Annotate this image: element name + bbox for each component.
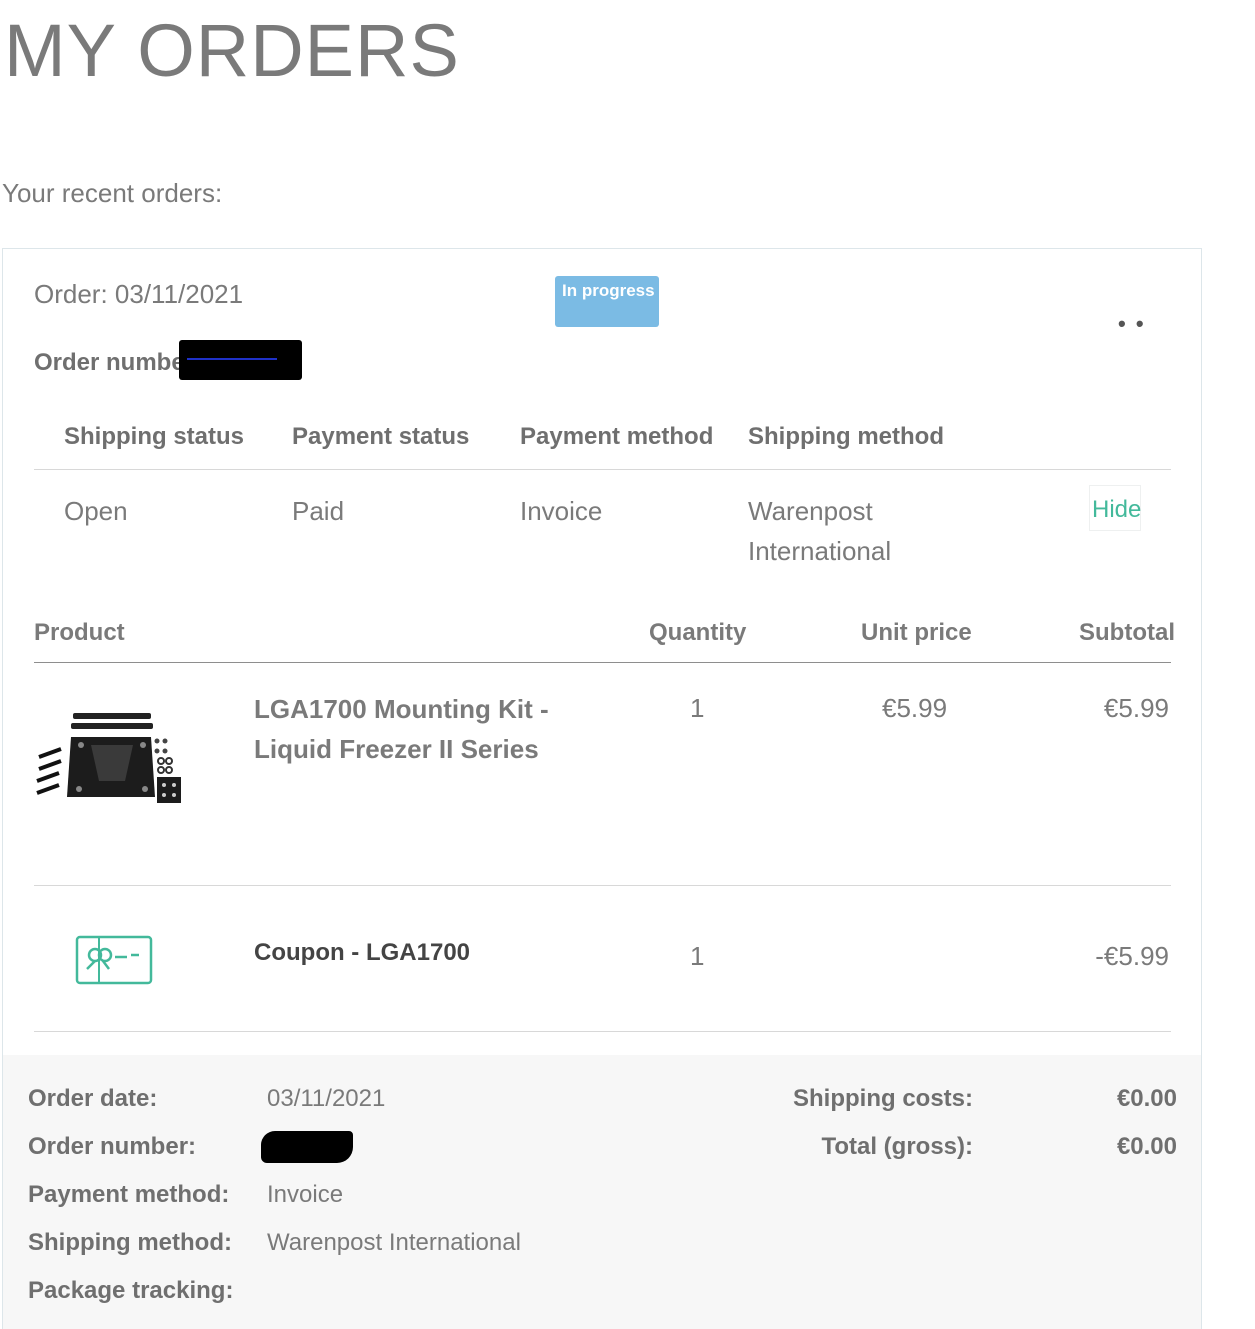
mounting-kit-image[interactable]	[33, 711, 185, 807]
shipping-method-header: Shipping method	[748, 423, 944, 450]
unit-price-value: €5.99	[882, 693, 948, 723]
row-divider	[34, 1031, 1171, 1032]
shipping-method-line-2: International	[748, 536, 892, 566]
coupon-quantity-value: 1	[690, 941, 705, 971]
total-label: Total (gross):	[821, 1133, 973, 1160]
package-tracking-label: Package tracking:	[28, 1277, 234, 1304]
quantity-header: Quantity	[649, 619, 747, 646]
subtotal-value: €5.99	[1103, 693, 1169, 723]
order-summary: Order date: 03/11/2021 Order number: Pay…	[3, 1055, 1201, 1329]
shipping-costs-value: €0.00	[1116, 1085, 1177, 1112]
payment-status-header: Payment status	[292, 423, 470, 450]
shipping-method-label: Shipping method:	[28, 1229, 232, 1256]
page-title: MY ORDERS	[4, 9, 460, 92]
coupon-subtotal-value: -€5.99	[1095, 941, 1169, 971]
payment-method-header: Payment method	[520, 423, 714, 450]
redacted-order-number	[261, 1131, 353, 1163]
product-name[interactable]: LGA1700 Mounting Kit - Liquid Freezer II…	[254, 689, 594, 769]
coupon-name: Coupon - LGA1700	[254, 939, 471, 966]
shipping-method-line-1: Warenpost	[748, 496, 873, 526]
payment-method-value: Invoice	[267, 1181, 344, 1208]
order-number-label: Order number:	[28, 1133, 197, 1160]
shipping-status-header: Shipping status	[64, 423, 244, 450]
table-header-divider	[34, 662, 1171, 663]
redacted-order-number	[179, 340, 302, 380]
subtotal-header: Subtotal	[1079, 619, 1175, 646]
shipping-status-value: Open	[64, 496, 128, 526]
payment-method-value: Invoice	[520, 496, 603, 526]
order-date-value: 03/11/2021	[267, 1085, 386, 1112]
order-number-heading: Order numbe	[34, 349, 185, 376]
quantity-value: 1	[690, 693, 705, 723]
more-dots-icon[interactable]: • •	[1118, 311, 1146, 337]
coupon-icon	[75, 935, 153, 985]
unit-price-header: Unit price	[861, 619, 972, 646]
recent-orders-label: Your recent orders:	[2, 178, 223, 208]
product-header: Product	[34, 619, 125, 646]
shipping-method-value: Warenpost International	[267, 1229, 521, 1256]
order-date-label: Order date:	[28, 1085, 158, 1112]
total-value: €0.00	[1116, 1133, 1177, 1160]
divider	[34, 469, 1171, 470]
order-date-heading: Order: 03/11/2021	[34, 279, 244, 309]
shipping-method-value: Warenpost International	[748, 491, 891, 571]
payment-status-value: Paid	[292, 496, 345, 526]
order-card: Order: 03/11/2021 In progress • • Order …	[2, 248, 1202, 1329]
shipping-costs-label: Shipping costs:	[793, 1085, 973, 1112]
status-badge: In progress	[555, 276, 659, 327]
hide-button[interactable]: Hide	[1089, 485, 1141, 531]
row-divider	[34, 885, 1171, 886]
payment-method-label: Payment method:	[28, 1181, 230, 1208]
